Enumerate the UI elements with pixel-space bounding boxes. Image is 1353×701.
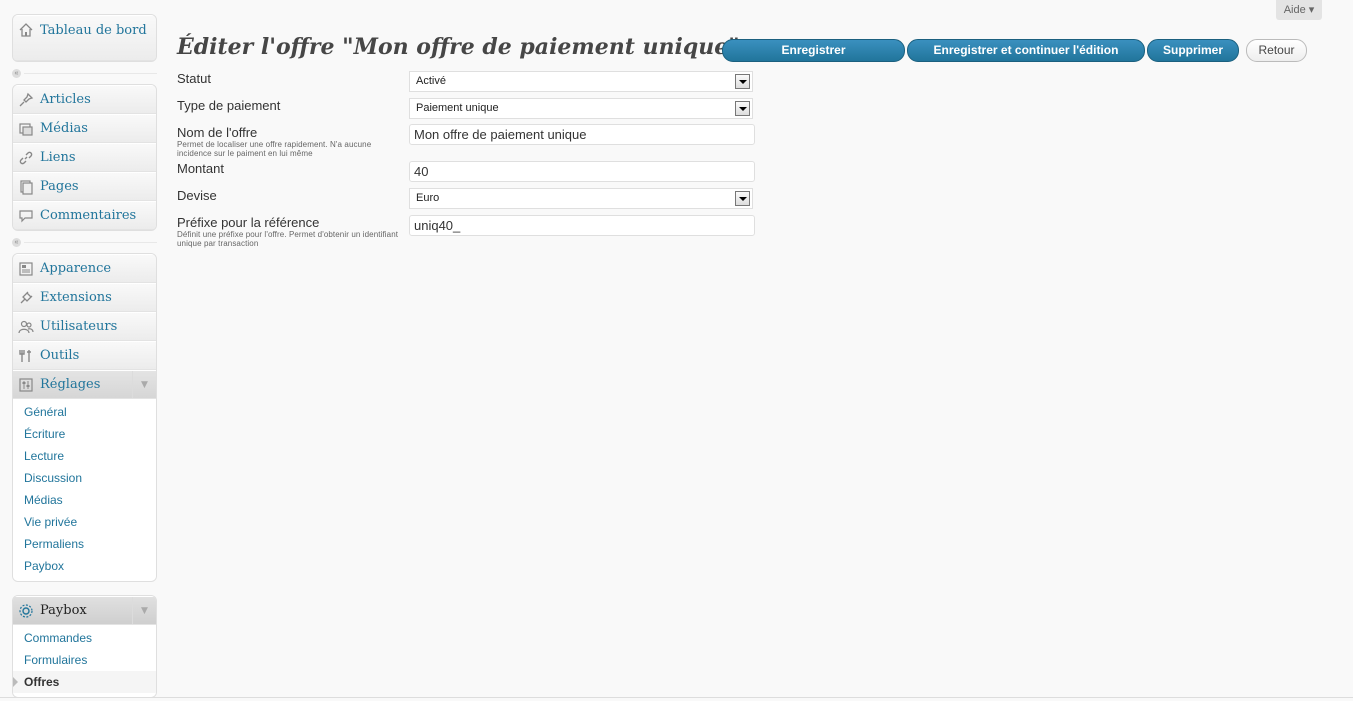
menu-dashboard[interactable]: Tableau de bord: [13, 15, 156, 61]
chevron-down-icon[interactable]: ▼: [132, 597, 156, 624]
menu-commentaires[interactable]: Commentaires: [13, 201, 156, 230]
label-statut: Statut: [177, 71, 211, 86]
chevron-down-icon[interactable]: [735, 191, 750, 206]
delete-button[interactable]: Supprimer: [1147, 39, 1239, 62]
submenu-discussion[interactable]: Discussion: [13, 467, 156, 489]
settings-icon: [18, 377, 34, 393]
home-icon: [18, 22, 34, 38]
menu-separator[interactable]: «: [12, 231, 157, 253]
statut-select[interactable]: Activé: [409, 71, 753, 92]
pages-icon: [18, 179, 34, 195]
menu-commentaires-label: Commentaires: [40, 208, 137, 223]
paybox-submenu: Commandes Formulaires Offres: [13, 625, 156, 697]
help-prefixe: Définit une préfixe pour l'offre. Permet…: [177, 230, 399, 248]
menu-articles-label: Articles: [40, 92, 91, 107]
submenu-general[interactable]: Général: [13, 401, 156, 423]
admin-sidebar: Tableau de bord « Articles Médias Liens …: [12, 14, 157, 698]
link-icon: [18, 150, 34, 166]
row-type: Type de paiement: [177, 98, 280, 113]
users-icon: [18, 319, 34, 335]
menu-outils[interactable]: Outils: [13, 341, 156, 370]
chevron-down-icon[interactable]: ▼: [132, 371, 156, 398]
devise-select[interactable]: Euro: [409, 188, 753, 209]
resize-handle-icon[interactable]: ⋮: [1349, 366, 1353, 377]
row-devise: Devise: [177, 188, 217, 203]
menu-liens[interactable]: Liens: [13, 143, 156, 172]
menu-medias-label: Médias: [40, 121, 88, 136]
footer-divider: [0, 697, 1353, 698]
menu-utilisateurs-label: Utilisateurs: [40, 319, 118, 334]
menu-apparence[interactable]: Apparence: [13, 254, 156, 283]
menu-extensions[interactable]: Extensions: [13, 283, 156, 312]
row-montant: Montant: [177, 161, 224, 176]
menu-dashboard-label: Tableau de bord: [40, 23, 147, 38]
reglages-submenu: Général Écriture Lecture Discussion Médi…: [13, 399, 156, 581]
menu-extensions-label: Extensions: [40, 290, 112, 305]
help-nom: Permet de localiser une offre rapidement…: [177, 140, 372, 158]
save-continue-button[interactable]: Enregistrer et continuer l'édition: [907, 39, 1145, 62]
menu-liens-label: Liens: [40, 150, 76, 165]
nom-input[interactable]: Mon offre de paiement unique: [409, 124, 755, 145]
menu-utilisateurs[interactable]: Utilisateurs: [13, 312, 156, 341]
pin-icon: [18, 92, 34, 108]
submenu-ecriture[interactable]: Écriture: [13, 423, 156, 445]
submenu-permaliens[interactable]: Permaliens: [13, 533, 156, 555]
submenu-formulaires[interactable]: Formulaires: [13, 649, 156, 671]
row-statut: Statut: [177, 71, 211, 86]
label-type: Type de paiement: [177, 98, 281, 113]
submenu-vie-privee[interactable]: Vie privée: [13, 511, 156, 533]
menu-paybox[interactable]: Paybox ▼: [13, 596, 156, 625]
row-nom: Nom de l'offre Permet de localiser une o…: [177, 125, 405, 158]
paybox-group: Paybox ▼ Commandes Formulaires Offres: [12, 595, 157, 698]
menu-medias[interactable]: Médias: [13, 114, 156, 143]
tools-icon: [18, 348, 34, 364]
plugin-icon: [18, 290, 34, 306]
menu-articles[interactable]: Articles: [13, 85, 156, 114]
menu-paybox-label: Paybox: [40, 603, 87, 618]
menu-reglages[interactable]: Réglages ▼: [13, 370, 156, 399]
label-prefixe: Préfixe pour la référence: [177, 215, 320, 230]
menu-outils-label: Outils: [40, 348, 80, 363]
dashboard-group: Tableau de bord: [12, 14, 157, 62]
back-button[interactable]: Retour: [1246, 39, 1307, 62]
menu-reglages-label: Réglages: [40, 377, 101, 392]
type-value: Paiement unique: [416, 102, 499, 114]
devise-value: Euro: [416, 192, 440, 204]
content-group: Articles Médias Liens Pages Commentaires: [12, 84, 157, 231]
submenu-medias[interactable]: Médias: [13, 489, 156, 511]
chevron-down-icon[interactable]: [735, 74, 750, 89]
comments-icon: [18, 208, 34, 224]
gear-icon: [18, 603, 34, 619]
row-prefixe: Préfixe pour la référence Définit une pr…: [177, 215, 405, 248]
save-button[interactable]: Enregistrer: [722, 39, 905, 62]
submenu-paybox[interactable]: Paybox: [13, 555, 156, 577]
page-title: Éditer l'offre "Mon offre de paiement un…: [177, 34, 740, 60]
statut-value: Activé: [416, 75, 446, 87]
label-nom: Nom de l'offre: [177, 125, 258, 140]
submenu-lecture[interactable]: Lecture: [13, 445, 156, 467]
label-montant: Montant: [177, 161, 224, 176]
submenu-offres[interactable]: Offres: [13, 671, 156, 693]
menu-separator[interactable]: «: [12, 62, 157, 84]
prefixe-input[interactable]: uniq40_: [409, 215, 755, 236]
montant-input[interactable]: 40: [409, 161, 755, 182]
admin-group: Apparence Extensions Utilisateurs Outils…: [12, 253, 157, 582]
label-devise: Devise: [177, 188, 217, 203]
appearance-icon: [18, 261, 34, 277]
menu-pages[interactable]: Pages: [13, 172, 156, 201]
menu-apparence-label: Apparence: [40, 261, 112, 276]
help-tab[interactable]: Aide ▾: [1276, 0, 1322, 20]
media-icon: [18, 121, 34, 137]
submenu-commandes[interactable]: Commandes: [13, 627, 156, 649]
chevron-down-icon[interactable]: [735, 101, 750, 116]
type-select[interactable]: Paiement unique: [409, 98, 753, 119]
menu-pages-label: Pages: [40, 179, 79, 194]
